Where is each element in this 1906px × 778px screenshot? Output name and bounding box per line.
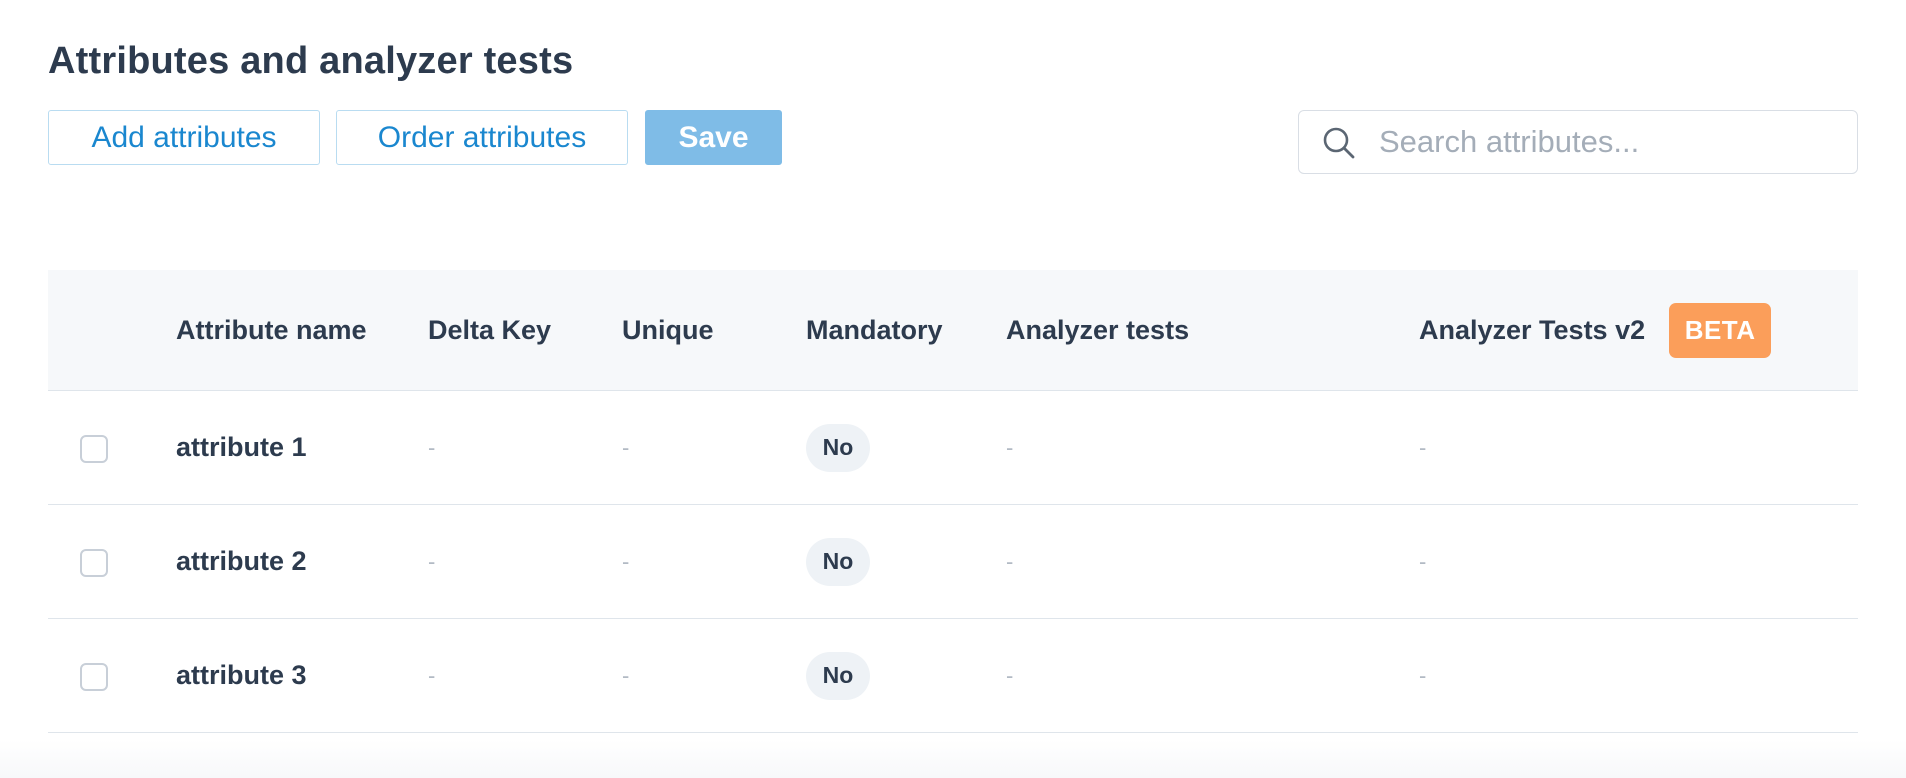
beta-badge: BETA <box>1669 302 1772 358</box>
attribute-name: attribute 2 <box>176 546 307 576</box>
analyzer-tests-v2-value: - <box>1419 434 1427 460</box>
analyzer-tests-value: - <box>1006 434 1014 460</box>
attribute-name: attribute 3 <box>176 660 307 690</box>
table-row: attribute 3 - - No - - <box>48 619 1858 733</box>
delta-key-value: - <box>428 434 436 460</box>
column-header-delta-key: Delta Key <box>428 314 552 345</box>
attributes-page: Attributes and analyzer tests Add attrib… <box>0 0 1906 778</box>
unique-value: - <box>622 548 630 574</box>
mandatory-badge: No <box>806 651 870 700</box>
add-attributes-button[interactable]: Add attributes <box>48 110 320 165</box>
column-header-unique: Unique <box>622 314 714 345</box>
unique-value: - <box>622 662 630 688</box>
column-header-attribute-name: Attribute name <box>176 314 367 345</box>
attributes-table: Attribute name Delta Key Unique Mandator… <box>48 270 1858 733</box>
column-header-analyzer-tests-v2-label: Analyzer Tests v2 <box>1419 314 1646 345</box>
row-checkbox[interactable] <box>80 435 108 463</box>
save-button[interactable]: Save <box>645 110 782 165</box>
analyzer-tests-value: - <box>1006 548 1014 574</box>
analyzer-tests-v2-value: - <box>1419 662 1427 688</box>
delta-key-value: - <box>428 548 436 574</box>
mandatory-cell: No <box>806 505 870 618</box>
table-row: attribute 2 - - No - - <box>48 505 1858 619</box>
unique-value: - <box>622 434 630 460</box>
search-input[interactable] <box>1379 119 1839 165</box>
mandatory-badge: No <box>806 423 870 472</box>
column-header-mandatory: Mandatory <box>806 314 943 345</box>
mandatory-cell: No <box>806 619 870 732</box>
row-checkbox[interactable] <box>80 549 108 577</box>
attribute-name: attribute 1 <box>176 432 307 462</box>
analyzer-tests-value: - <box>1006 662 1014 688</box>
search-box[interactable] <box>1298 110 1858 174</box>
search-icon <box>1323 127 1355 159</box>
analyzer-tests-v2-value: - <box>1419 548 1427 574</box>
table-header: Attribute name Delta Key Unique Mandator… <box>48 270 1858 391</box>
delta-key-value: - <box>428 662 436 688</box>
column-header-analyzer-tests-v2: Analyzer Tests v2 BETA <box>1419 270 1772 390</box>
table-row: attribute 1 - - No - - <box>48 391 1858 505</box>
page-title: Attributes and analyzer tests <box>48 40 574 82</box>
mandatory-badge: No <box>806 537 870 586</box>
order-attributes-button[interactable]: Order attributes <box>336 110 628 165</box>
column-header-analyzer-tests: Analyzer tests <box>1006 314 1190 345</box>
mandatory-cell: No <box>806 391 870 504</box>
row-checkbox[interactable] <box>80 663 108 691</box>
